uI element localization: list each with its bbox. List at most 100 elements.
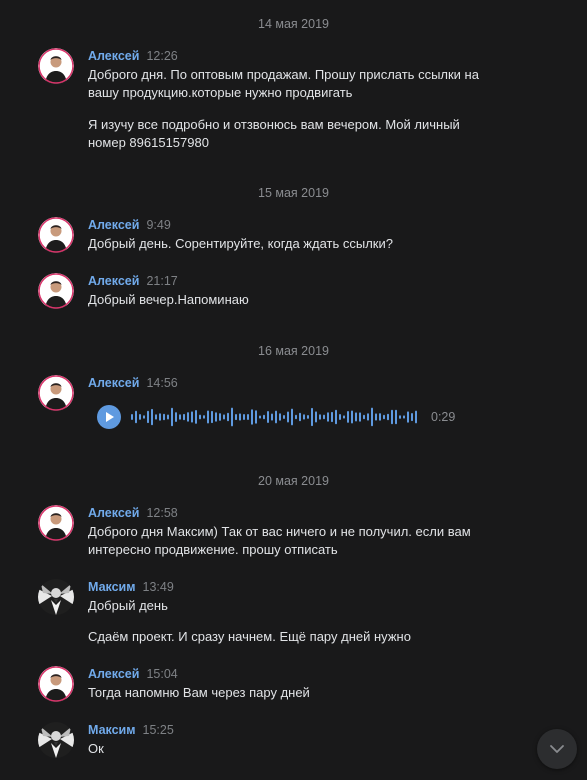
author-name[interactable]: Алексей	[88, 274, 139, 288]
message-header: Алексей 14:56	[88, 376, 178, 390]
waveform-bar	[163, 413, 165, 421]
waveform-bar	[187, 412, 189, 422]
waveform-bar	[347, 411, 349, 423]
waveform-bar	[323, 414, 325, 420]
author-name[interactable]: Алексей	[88, 49, 139, 63]
avatar-aleksey[interactable]	[38, 505, 74, 541]
waveform-bar	[411, 413, 413, 422]
message-time: 12:26	[146, 49, 178, 63]
waveform-bar	[271, 413, 273, 421]
message-header: Алексей 9:49	[88, 218, 171, 232]
message-time: 15:25	[142, 723, 174, 737]
message-text: Я изучу все подробно и отзвонюсь вам веч…	[88, 116, 508, 152]
message-time: 9:49	[146, 218, 171, 232]
avatar-aleksey[interactable]	[38, 217, 74, 253]
play-icon[interactable]	[97, 405, 121, 429]
message-text: Добрый день. Сорентируйте, когда ждать с…	[88, 235, 508, 253]
message-time: 12:58	[146, 506, 178, 520]
message-line: Сдаём проект. И сразу начнем. Ещё пару д…	[88, 629, 411, 644]
waveform-bar	[339, 414, 341, 420]
message-text: Сдаём проект. И сразу начнем. Ещё пару д…	[88, 628, 508, 646]
avatar-maksim[interactable]	[38, 579, 74, 615]
waveform-bar	[415, 410, 417, 424]
waveform-bar	[227, 412, 229, 422]
message-line: вашу продукцию.которые нужно продвигать	[88, 85, 353, 100]
waveform-bar	[327, 412, 329, 422]
waveform-bar	[307, 415, 309, 419]
date-separator: 20 мая 2019	[258, 474, 329, 488]
waveform-bar	[363, 414, 365, 420]
waveform-bar	[231, 407, 233, 427]
waveform-bar	[391, 409, 393, 425]
waveform-bar	[319, 414, 321, 420]
waveform-bar	[219, 413, 221, 421]
author-name[interactable]: Максим	[88, 580, 136, 594]
avatar-aleksey[interactable]	[38, 666, 74, 702]
message-text: Тогда напомню Вам через пару дней	[88, 684, 508, 702]
message-line: Я изучу все подробно и отзвонюсь вам веч…	[88, 117, 460, 132]
waveform-bar	[251, 409, 253, 425]
message-header: Алексей 12:58	[88, 506, 178, 520]
waveform-bar	[279, 413, 281, 421]
scroll-down-button[interactable]	[537, 729, 577, 769]
waveform-bar	[335, 409, 337, 425]
message-time: 21:17	[146, 274, 178, 288]
waveform-bar	[259, 415, 261, 419]
waveform-bar	[387, 413, 389, 421]
message-header: Максим 15:25	[88, 723, 174, 737]
avatar-maksim[interactable]	[38, 722, 74, 758]
waveform-bar	[135, 410, 137, 424]
waveform-bar	[243, 414, 245, 420]
waveform-bar	[367, 413, 369, 421]
waveform-bar	[143, 415, 145, 419]
message-text: Доброго дня. По оптовым продажам. Прошу …	[88, 66, 508, 102]
waveform-bar	[131, 414, 133, 420]
waveform-bar	[403, 415, 405, 419]
waveform-bar	[343, 415, 345, 419]
author-name[interactable]: Алексей	[88, 667, 139, 681]
message-time: 13:49	[142, 580, 174, 594]
chat-history[interactable]: 14 мая 2019 15 мая 2019 16 мая 2019 20 м…	[0, 0, 587, 780]
waveform-bar	[191, 411, 193, 423]
message-text: Добрый вечер.Напоминаю	[88, 291, 508, 309]
voice-duration: 0:29	[431, 410, 456, 424]
message-line: Тогда напомню Вам через пару дней	[88, 685, 310, 700]
waveform-bar	[379, 413, 381, 421]
avatar-aleksey[interactable]	[38, 375, 74, 411]
message-time: 15:04	[146, 667, 178, 681]
message-text: Добрый день	[88, 597, 508, 615]
waveform-bar	[371, 407, 373, 427]
waveform-bar	[175, 412, 177, 422]
waveform-bar	[147, 410, 149, 424]
voice-waveform[interactable]	[131, 405, 421, 429]
author-name[interactable]: Алексей	[88, 218, 139, 232]
waveform-bar	[311, 407, 313, 427]
message-line: номер 89615157980	[88, 135, 209, 150]
waveform-bar	[211, 410, 213, 424]
waveform-bar	[179, 414, 181, 420]
waveform-bar	[199, 414, 201, 420]
waveform-bar	[239, 413, 241, 421]
avatar-aleksey[interactable]	[38, 48, 74, 84]
waveform-bar	[203, 415, 205, 419]
waveform-bar	[275, 410, 277, 424]
message-text: Ок	[88, 740, 508, 758]
waveform-bar	[247, 414, 249, 420]
avatar-aleksey[interactable]	[38, 273, 74, 309]
waveform-bar	[151, 408, 153, 426]
waveform-bar	[331, 411, 333, 423]
author-name[interactable]: Максим	[88, 723, 136, 737]
message-line: Доброго дня. По оптовым продажам. Прошу …	[88, 67, 479, 82]
date-separator: 15 мая 2019	[258, 186, 329, 200]
waveform-bar	[287, 411, 289, 423]
author-name[interactable]: Алексей	[88, 376, 139, 390]
waveform-bar	[399, 415, 401, 419]
waveform-bar	[167, 414, 169, 420]
chevron-down-icon	[550, 745, 564, 753]
waveform-bar	[155, 414, 157, 420]
author-name[interactable]: Алексей	[88, 506, 139, 520]
message-line: интересно продвижение. прошу отписать	[88, 542, 338, 557]
message-line: Добрый день	[88, 598, 168, 613]
waveform-bar	[207, 410, 209, 424]
waveform-bar	[255, 410, 257, 424]
